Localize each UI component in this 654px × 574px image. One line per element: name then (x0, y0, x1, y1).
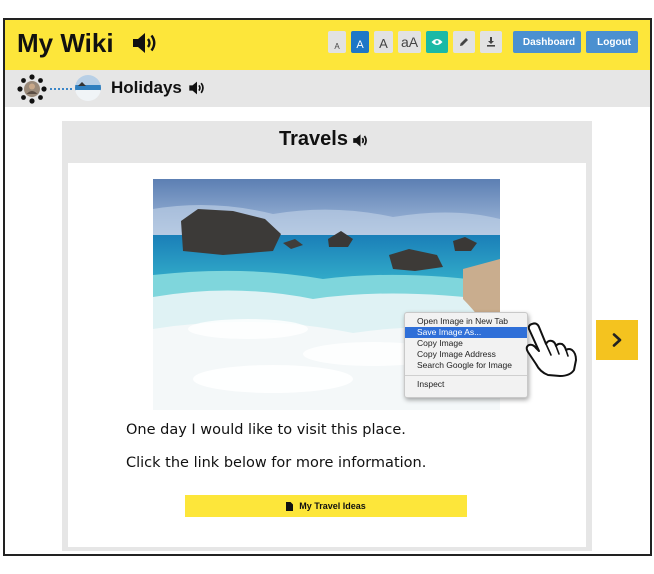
logout-label: Logout (597, 36, 631, 48)
home-node[interactable] (17, 74, 47, 104)
app-title: My Wiki (17, 28, 114, 58)
context-menu-item[interactable]: Open Image in New Tab (405, 316, 527, 327)
home-avatar-icon (17, 74, 47, 104)
context-menu-item[interactable]: Copy Image Address (405, 349, 527, 360)
dashboard-label: Dashboard (522, 36, 576, 48)
preview-button[interactable] (426, 31, 448, 53)
document-icon (286, 501, 294, 511)
context-menu-item[interactable]: Inspect (405, 379, 527, 390)
context-menu-item[interactable]: Search Google for Image (405, 360, 527, 371)
paragraph: Click the link below for more informatio… (126, 455, 427, 471)
breadcrumb-connector (50, 88, 72, 90)
edit-button[interactable] (453, 31, 475, 53)
font-size-smallest-button[interactable]: A (328, 31, 346, 53)
pencil-icon (460, 38, 468, 46)
speaker-icon[interactable] (352, 133, 369, 152)
page-thumbnail[interactable] (75, 75, 101, 101)
link-label: My Travel Ideas (299, 501, 366, 511)
context-menu-divider (405, 375, 527, 376)
card-body: Open Image in New Tab Save Image As... C… (68, 163, 586, 547)
font-size-label: A (379, 36, 388, 51)
context-menu-item[interactable]: Copy Image (405, 338, 527, 349)
beach-thumbnail-icon (75, 75, 101, 101)
app-window: My Wiki A A A aA Dashboard Logout Holida… (3, 18, 652, 556)
next-page-button[interactable] (596, 320, 638, 360)
travel-ideas-link-button[interactable]: My Travel Ideas (185, 495, 467, 517)
download-button[interactable] (480, 31, 502, 53)
speaker-icon[interactable] (131, 31, 159, 59)
font-size-label: A (334, 41, 340, 51)
font-size-large-button[interactable]: aA (398, 31, 421, 53)
breadcrumb: Holidays (5, 70, 650, 107)
hand-pointer-icon (520, 320, 580, 382)
card-header: Travels (62, 121, 592, 161)
logout-button[interactable]: Logout (586, 31, 638, 53)
font-size-label: A (356, 39, 364, 51)
chevron-right-icon (612, 333, 622, 347)
speaker-icon[interactable] (188, 80, 206, 100)
context-menu-item-highlighted[interactable]: Save Image As... (405, 327, 527, 338)
font-size-medium-button[interactable]: A (374, 31, 393, 53)
breadcrumb-current: Holidays (111, 78, 182, 97)
header-bar: My Wiki A A A aA Dashboard Logout (5, 20, 650, 70)
context-menu: Open Image in New Tab Save Image As... C… (404, 312, 528, 398)
font-size-small-button[interactable]: A (351, 31, 369, 53)
toolbar: A A A aA Dashboard Logout (328, 31, 638, 53)
download-icon (487, 37, 495, 47)
eye-icon (431, 39, 443, 45)
dashboard-button[interactable]: Dashboard (513, 31, 581, 53)
paragraph: One day I would like to visit this place… (126, 422, 406, 438)
font-size-label: aA (400, 34, 419, 50)
content-card: Travels Open Image in New Tab Save Image… (62, 121, 592, 551)
card-title: Travels (279, 128, 348, 150)
